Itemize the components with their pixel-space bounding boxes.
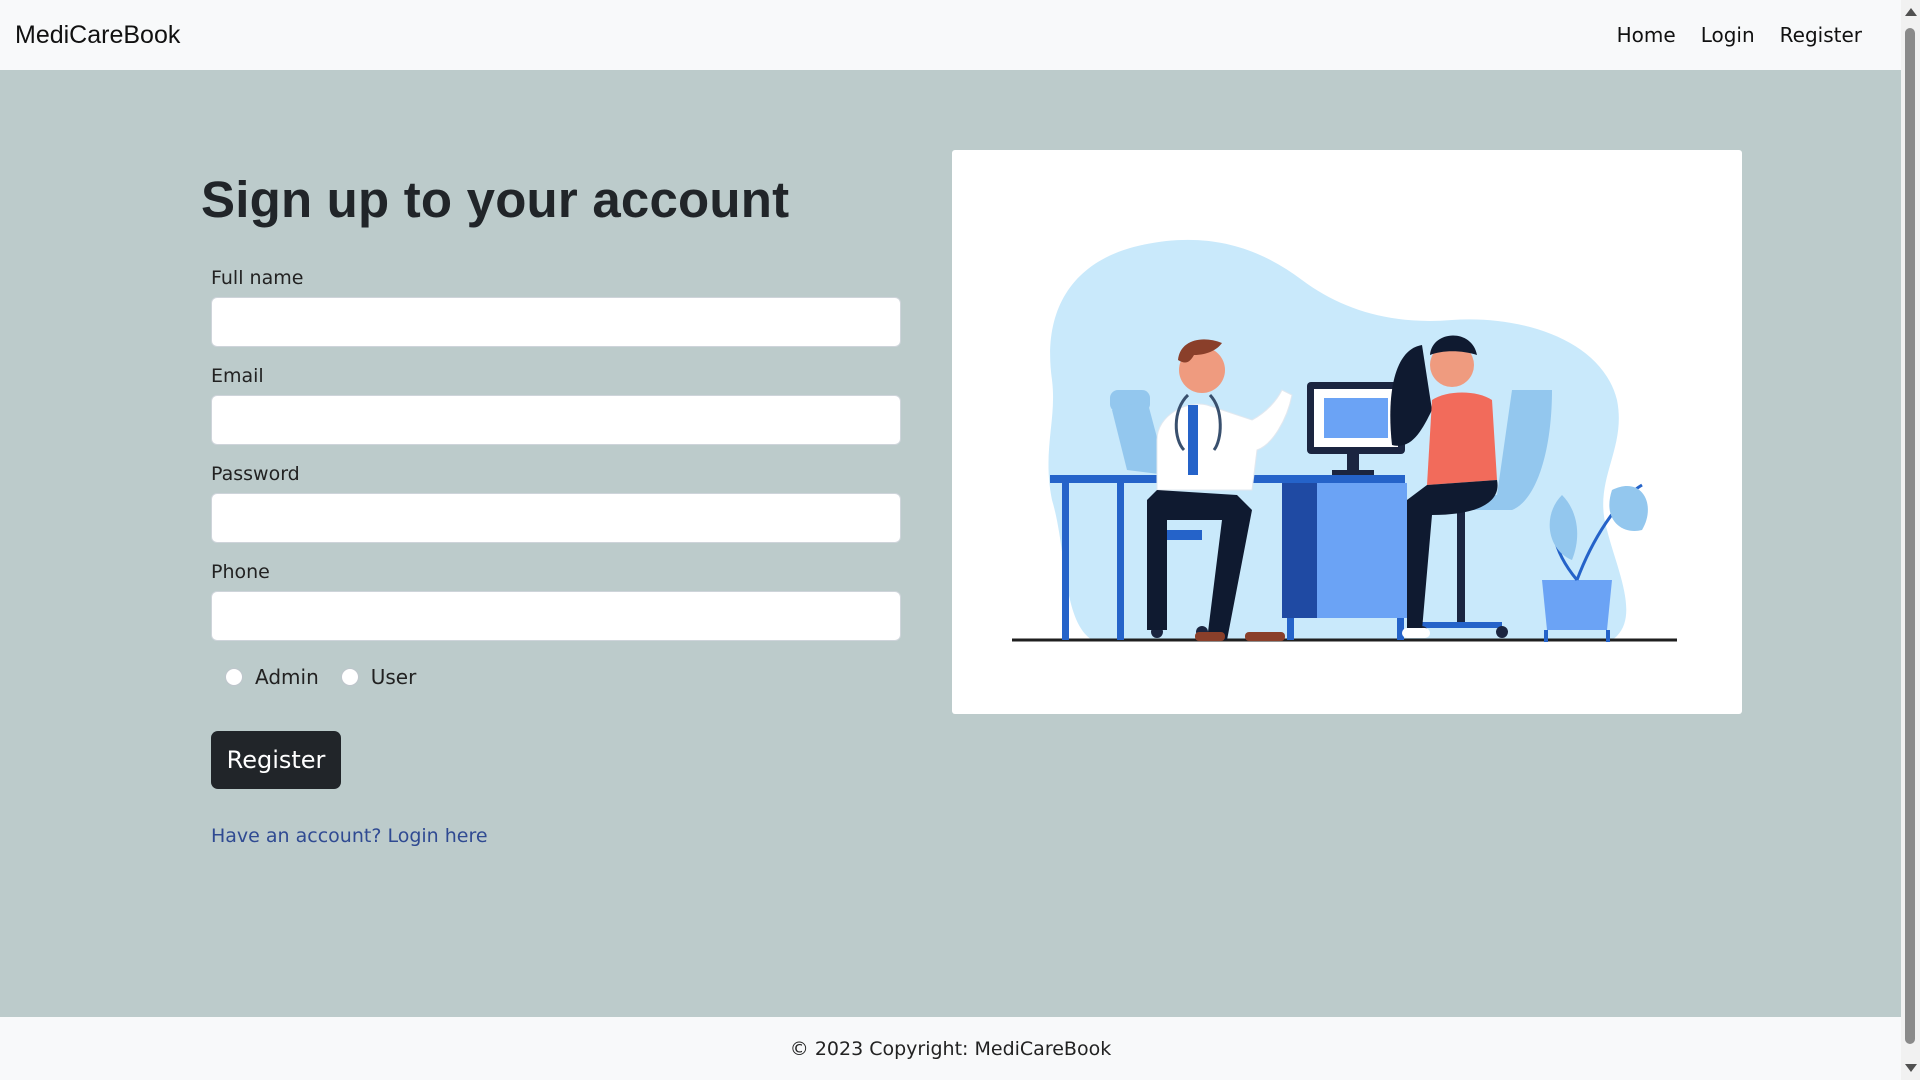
role-radio-group: Admin User — [225, 665, 901, 689]
vertical-scrollbar[interactable] — [1901, 0, 1920, 1080]
phone-input[interactable] — [211, 591, 901, 641]
admin-radio-label[interactable]: Admin — [255, 665, 319, 689]
illustration-card — [952, 150, 1742, 714]
scroll-down-arrow-icon[interactable] — [1905, 1064, 1917, 1072]
password-label: Password — [211, 463, 300, 485]
user-radio-label[interactable]: User — [371, 665, 417, 689]
email-input[interactable] — [211, 395, 901, 445]
user-radio[interactable] — [340, 668, 359, 686]
doctor-patient-illustration — [1012, 239, 1677, 642]
page-title: Sign up to your account — [201, 171, 790, 228]
login-here-link[interactable]: Have an account? Login here — [211, 825, 901, 847]
email-label: Email — [211, 365, 264, 387]
footer: © 2023 Copyright: MediCareBook — [0, 1017, 1901, 1080]
phone-label: Phone — [211, 561, 270, 583]
nav-links: Home Login Register — [1617, 23, 1886, 47]
main-section: Sign up to your account Full name Email … — [0, 70, 1901, 1017]
password-group: Password — [211, 463, 901, 543]
nav-home-link[interactable]: Home — [1617, 23, 1676, 47]
scroll-thumb[interactable] — [1905, 28, 1915, 1044]
nav-register-link[interactable]: Register — [1780, 23, 1862, 47]
full-name-label: Full name — [211, 267, 304, 289]
password-input[interactable] — [211, 493, 901, 543]
phone-group: Phone — [211, 561, 901, 641]
signup-form: Sign up to your account Full name Email … — [201, 170, 901, 847]
nav-login-link[interactable]: Login — [1701, 23, 1755, 47]
full-name-group: Full name — [211, 267, 901, 347]
register-button[interactable]: Register — [211, 731, 341, 789]
admin-radio[interactable] — [225, 668, 243, 686]
copyright-text: © 2023 Copyright: MediCareBook — [789, 1037, 1112, 1060]
brand-logo[interactable]: MediCareBook — [15, 21, 180, 50]
full-name-input[interactable] — [211, 297, 901, 347]
email-group: Email — [211, 365, 901, 445]
navbar: MediCareBook Home Login Register — [0, 0, 1901, 70]
scroll-up-arrow-icon[interactable] — [1905, 8, 1917, 16]
